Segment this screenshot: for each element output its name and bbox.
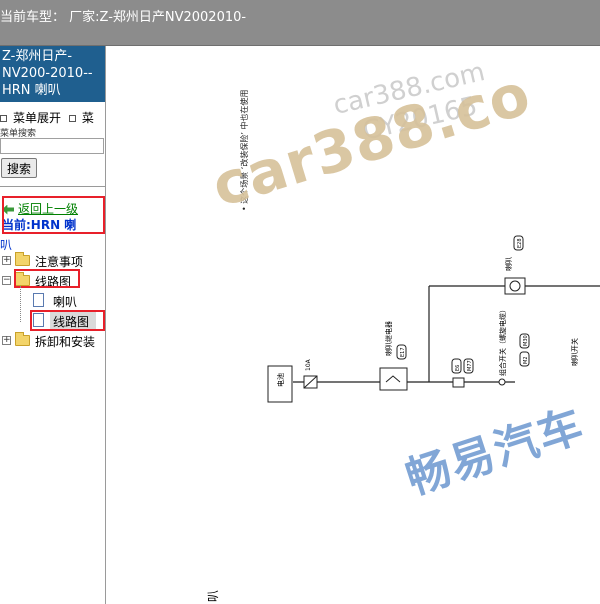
folder-icon <box>15 252 30 266</box>
annotation-box <box>2 196 105 234</box>
current-car-label: 当前车型： 厂家:Z-郑州日产NV2002010- <box>0 10 247 25</box>
horn-relay-label: 喇叭继电器 <box>384 321 393 356</box>
bottom-mark: 叭 <box>206 590 220 602</box>
menu-search-input[interactable] <box>0 138 104 154</box>
wiring-diagram-viewer[interactable]: • 这个场景 ‘改装保险’ 中也在使用 电池 10A 喇叭继电器 E17 E6 … <box>107 46 600 604</box>
top-header: 当前车型： 厂家:Z-郑州日产NV2002010- <box>0 0 600 46</box>
collapse-icon <box>68 115 76 122</box>
vehicle-title: Z-郑州日产-NV200-2010-- HRN 喇叭 <box>0 46 105 102</box>
expand-toggle-icon[interactable]: + <box>2 336 11 345</box>
connector-e28: E28 <box>517 238 523 248</box>
search-button[interactable]: 搜索 <box>1 158 37 178</box>
expand-toggle-icon[interactable]: + <box>2 256 11 265</box>
connector-e17: E17 <box>400 347 406 357</box>
menu-collapse-link[interactable]: 菜 <box>82 111 94 125</box>
connector-e6: E6 <box>455 365 461 371</box>
current-location-overflow: 叭 <box>0 238 13 252</box>
wiring-diagram: • 这个场景 ‘改装保险’ 中也在使用 电池 10A 喇叭继电器 E17 E6 … <box>206 90 600 602</box>
document-icon <box>33 293 44 307</box>
horn-label: 喇叭 <box>504 257 513 271</box>
combo-switch-label: 组合开关（螺旋电缆） <box>498 306 507 376</box>
tree-item-horn[interactable]: 喇叭 <box>0 292 105 310</box>
menu-toggle-bar: 菜单展开 菜 <box>0 109 105 126</box>
tree-item-label: 喇叭 <box>53 295 78 309</box>
menu-expand-link[interactable]: 菜单展开 <box>13 111 61 125</box>
horn-switch-label: 喇叭开关 <box>570 338 579 366</box>
battery-label: 电池 <box>276 373 285 387</box>
connector-m2: M2 <box>523 357 529 365</box>
divider <box>0 186 105 187</box>
fuse-label: 10A <box>305 358 312 371</box>
connector-m77: M77 <box>467 360 473 371</box>
annotation-box <box>30 310 105 331</box>
expand-icon <box>0 115 7 122</box>
tree-item-label: 拆卸和安装 <box>35 335 96 349</box>
left-nav-panel: Z-郑州日产-NV200-2010-- HRN 喇叭 菜单展开 菜 菜单搜索 搜… <box>0 46 106 604</box>
diagram-note: • 这个场景 ‘改装保险’ 中也在使用 <box>239 90 249 211</box>
tree-item-label: 注意事项 <box>35 255 84 269</box>
collapse-toggle-icon[interactable]: − <box>2 276 11 285</box>
connector-m30: M30 <box>523 335 529 346</box>
folder-icon <box>15 332 30 346</box>
